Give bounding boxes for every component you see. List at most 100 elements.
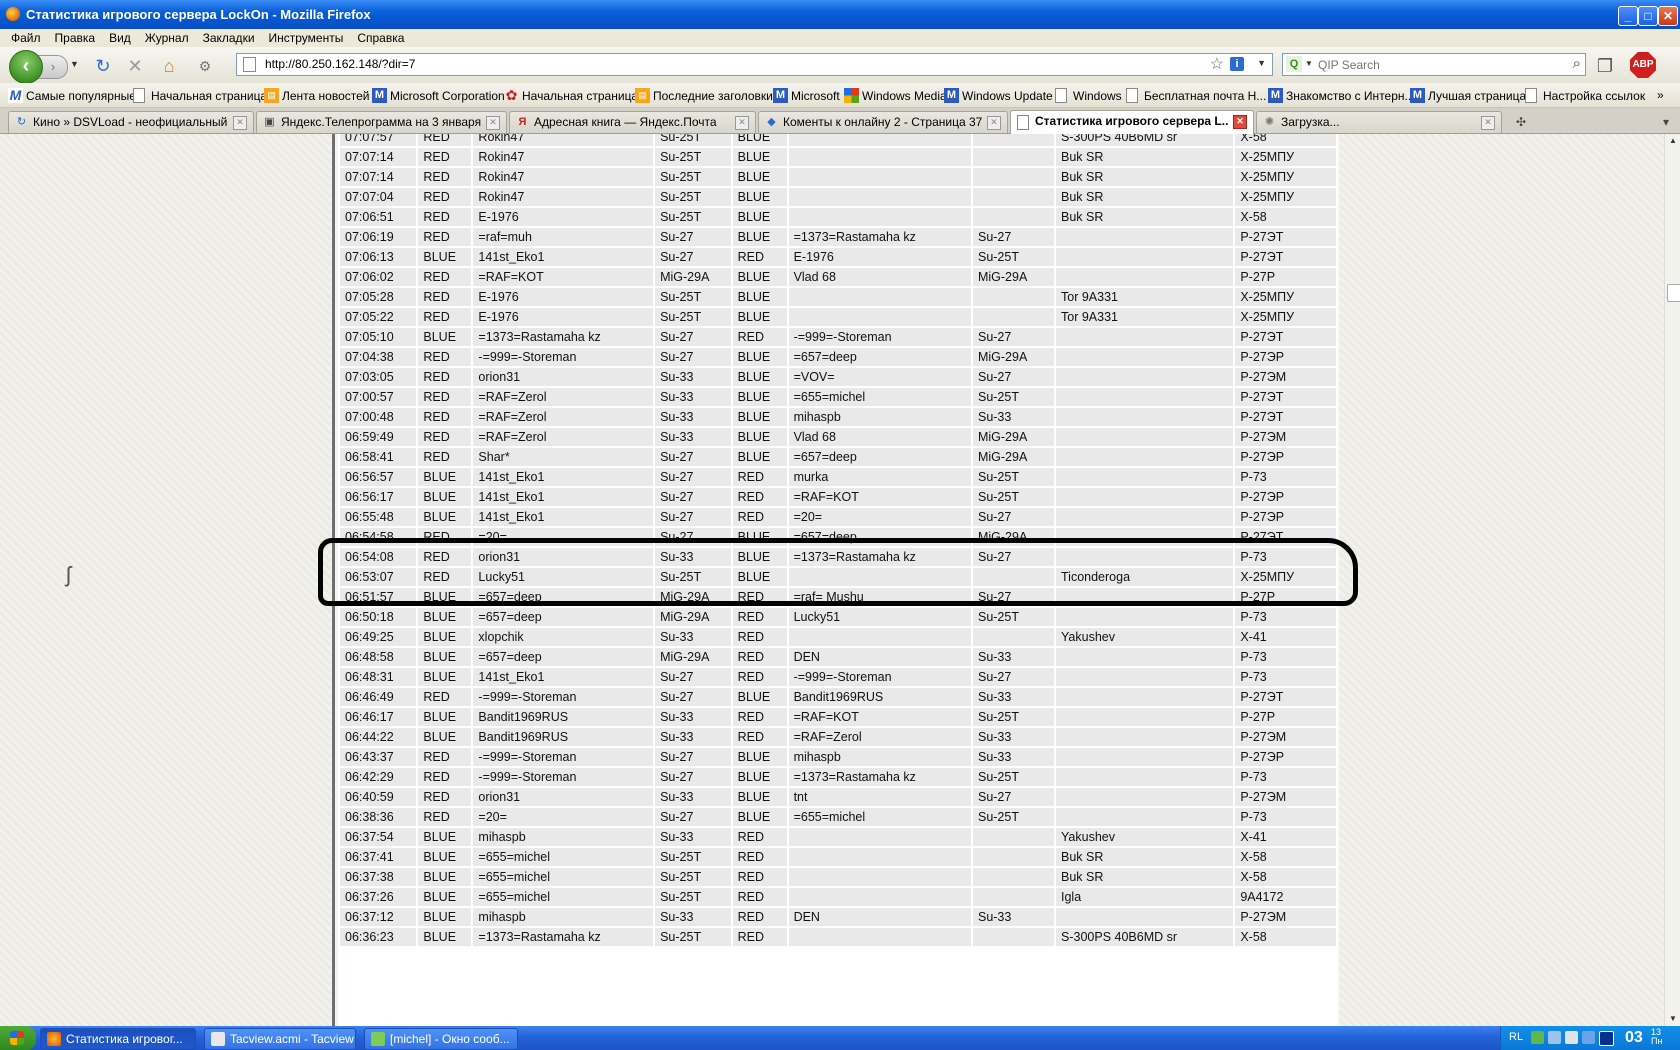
back-button[interactable]: ‹ xyxy=(9,50,43,84)
maximize-button[interactable]: □ xyxy=(1638,6,1658,26)
adblock-icon[interactable]: ABP xyxy=(1630,52,1656,78)
table-cell: RED xyxy=(732,508,787,526)
table-cell: 141st_Eko1 xyxy=(473,468,654,486)
menu-tools[interactable]: Инструменты xyxy=(262,29,351,47)
table-cell xyxy=(1056,468,1234,486)
history-dropdown-icon[interactable]: ▼ xyxy=(70,59,79,69)
bookmark-item[interactable]: M Microsoft Corporation xyxy=(372,88,505,103)
tab-close-icon[interactable]: ✕ xyxy=(486,116,500,130)
url-bar[interactable]: http://80.250.162.148/?dir=7 ☆ i ▼ xyxy=(236,53,1273,76)
table-cell: BLUE xyxy=(732,228,787,246)
bookmark-item[interactable]: ▤ Последние заголовки xyxy=(635,88,773,103)
bookmark-item[interactable]: M Windows Update xyxy=(944,88,1053,103)
task-qip-message[interactable]: [michel] - Окно сооб... xyxy=(364,1028,518,1050)
stop-icon[interactable]: ✕ xyxy=(124,56,146,76)
search-box[interactable]: Q ▼ ⌕ xyxy=(1282,53,1586,76)
table-cell: RED xyxy=(418,308,472,326)
task-tacview[interactable]: Tacview.acmi - Tacview xyxy=(204,1028,356,1050)
table-row: 07:00:48 RED =RAF=Zerol Su-33 BLUE mihaspb Su-… xyxy=(340,408,1336,426)
table-cell: BLUE xyxy=(418,608,472,626)
search-input[interactable] xyxy=(1316,56,1560,73)
bookmark-item[interactable]: Windows xyxy=(1055,88,1122,103)
table-cell: 07:06:02 xyxy=(340,268,417,286)
table-cell xyxy=(972,308,1054,326)
scroll-up-icon[interactable]: ▲ xyxy=(1666,134,1680,148)
table-row: 06:54:58 RED =20= Su-27 BLUE =657=deep MiG-29A… xyxy=(340,528,1336,546)
bookmark-item[interactable]: Настройка ссылок xyxy=(1525,88,1645,103)
minimize-button[interactable]: _ xyxy=(1618,6,1638,26)
bookmark-item[interactable]: M Лучшая страница xyxy=(1410,88,1526,103)
table-row: 06:53:07 RED Lucky51 Su-25T BLUE Ticonderoga X… xyxy=(340,568,1336,586)
scroll-down-icon[interactable]: ▼ xyxy=(1666,1012,1680,1026)
table-cell: RED xyxy=(732,908,787,926)
table-cell: BLUE xyxy=(732,388,787,406)
task-firefox[interactable]: Статистика игровог... xyxy=(40,1028,196,1050)
tab-close-icon[interactable]: ✕ xyxy=(1481,116,1495,130)
menu-file[interactable]: Файл xyxy=(0,29,48,47)
extension-icon[interactable]: ⚙ xyxy=(194,56,216,76)
table-cell: Buk SR xyxy=(1056,188,1234,206)
window-manager-icon[interactable]: ❐ xyxy=(1594,56,1616,76)
table-cell: Su-33 xyxy=(972,688,1054,706)
table-cell: Su-25T xyxy=(655,188,731,206)
table-cell: Su-25T xyxy=(655,148,731,166)
table-cell xyxy=(1056,328,1234,346)
table-cell: 141st_Eko1 xyxy=(473,488,654,506)
url-dropdown-icon[interactable]: ▼ xyxy=(1257,58,1266,68)
bookmarks-overflow-icon[interactable]: » xyxy=(1657,88,1664,102)
table-cell: mihaspb xyxy=(473,828,654,846)
tab-kino[interactable]: ↻ Кино » DSVLoad - неофициальный са... ✕ xyxy=(8,111,254,133)
bookmark-item[interactable]: Бесплатная почта Н... xyxy=(1126,88,1266,103)
search-engine-dropdown-icon[interactable]: ▼ xyxy=(1305,59,1313,68)
network-icon[interactable] xyxy=(1531,1031,1544,1044)
table-cell: E-1976 xyxy=(473,308,654,326)
volume-icon[interactable] xyxy=(1565,1031,1578,1044)
site-info-icon[interactable]: i xyxy=(1230,57,1244,71)
url-text[interactable]: http://80.250.162.148/?dir=7 xyxy=(265,57,415,71)
search-go-icon[interactable]: ⌕ xyxy=(1573,55,1581,72)
menu-history[interactable]: Журнал xyxy=(138,29,196,47)
bookmark-item[interactable]: ✿ Начальная страница xyxy=(504,88,638,103)
start-button[interactable] xyxy=(0,1026,36,1050)
tray-app-icon[interactable] xyxy=(1548,1031,1561,1044)
page-scrollbar[interactable]: ▲ ▼ xyxy=(1664,134,1680,1026)
bookmark-star-icon[interactable]: ☆ xyxy=(1210,54,1224,74)
table-cell: =RAF=KOT xyxy=(788,488,971,506)
language-indicator[interactable]: RL xyxy=(1509,1031,1523,1043)
bookmark-item[interactable]: ▤ Лента новостей xyxy=(264,88,370,103)
tray-app-icon[interactable] xyxy=(1582,1031,1595,1044)
table-cell: MiG-29A xyxy=(972,428,1054,446)
table-cell: Bandit1969RUS xyxy=(473,728,654,746)
reload-icon[interactable]: ↻ xyxy=(92,56,114,76)
search-engine-icon[interactable]: Q xyxy=(1286,56,1302,72)
tab-loading[interactable]: ✺ Загрузка... ✕ xyxy=(1256,111,1502,133)
tab-lockon-stats[interactable]: Статистика игрового сервера L... ✕ xyxy=(1010,110,1254,134)
tab-comments[interactable]: ◆ Коменты к онлайну 2 - Страница 37 -...… xyxy=(758,111,1008,133)
table-cell: Su-25T xyxy=(972,768,1054,786)
tab-close-icon[interactable]: ✕ xyxy=(735,116,749,130)
bookmark-item[interactable]: Начальная страница xyxy=(133,88,267,103)
table-cell: Su-25T xyxy=(655,928,731,946)
tab-close-icon[interactable]: ✕ xyxy=(233,116,247,130)
menu-view[interactable]: Вид xyxy=(102,29,138,47)
tab-yandex-tv[interactable]: ▣ Яндекс.Телепрограмма на 3 января (... … xyxy=(256,111,507,133)
scrollbar-thumb[interactable] xyxy=(1667,284,1680,302)
bookmark-item[interactable]: M Самые популярные xyxy=(8,88,136,103)
tab-close-icon[interactable]: ✕ xyxy=(1233,115,1247,129)
menu-edit[interactable]: Правка xyxy=(48,29,103,47)
tab-yandex-mail[interactable]: Я Адресная книга — Яндекс.Почта ✕ xyxy=(509,111,756,133)
table-cell xyxy=(788,134,971,146)
menu-bookmarks[interactable]: Закладки xyxy=(196,29,262,47)
menu-help[interactable]: Справка xyxy=(350,29,411,47)
tab-close-icon[interactable]: ✕ xyxy=(987,116,1001,130)
media-icon[interactable] xyxy=(1599,1031,1614,1046)
bookmark-item[interactable]: M Знакомство с Интерн... xyxy=(1268,88,1415,103)
home-icon[interactable]: ⌂ xyxy=(158,56,180,76)
table-row: 06:56:17 BLUE 141st_Eko1 Su-27 RED =RAF=KOT Su… xyxy=(340,488,1336,506)
bookmark-item[interactable]: M Microsoft xyxy=(773,88,840,103)
new-tab-icon[interactable]: ✣ xyxy=(1510,112,1532,132)
bookmark-item[interactable]: Windows Media xyxy=(844,88,947,103)
tab-list-icon[interactable]: ▾ xyxy=(1655,112,1677,132)
table-row: 06:48:58 BLUE =657=deep MiG-29A RED DEN Su-33 Р… xyxy=(340,648,1336,666)
close-window-button[interactable]: ✕ xyxy=(1658,6,1678,26)
